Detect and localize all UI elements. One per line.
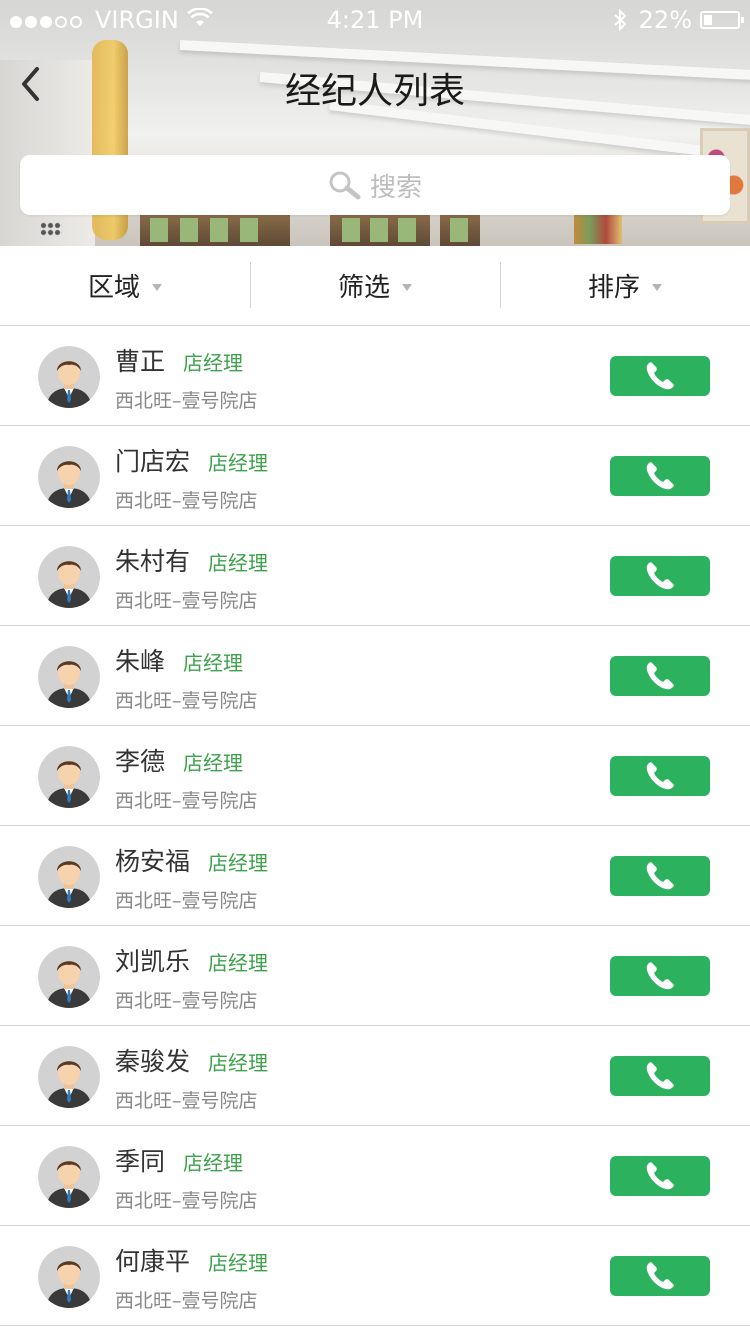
agent-name: 朱峰 xyxy=(115,647,166,676)
list-item[interactable]: 曹正 店经理 西北旺–壹号院店 xyxy=(0,326,750,426)
agent-role: 店经理 xyxy=(183,751,244,775)
agent-name: 秦骏发 xyxy=(115,1047,191,1076)
caret-down-icon xyxy=(652,284,662,291)
filter-label: 排序 xyxy=(587,273,640,303)
caret-down-icon xyxy=(402,284,412,291)
avatar xyxy=(38,746,100,808)
call-button[interactable] xyxy=(610,856,710,896)
avatar xyxy=(38,946,100,1008)
filter-label: 区域 xyxy=(87,273,140,303)
call-button[interactable] xyxy=(610,756,710,796)
agent-store: 西北旺–壹号院店 xyxy=(115,590,258,612)
agent-name: 季同 xyxy=(115,1147,166,1176)
agent-store: 西北旺–壹号院店 xyxy=(115,490,258,512)
agent-store: 西北旺–壹号院店 xyxy=(115,890,258,912)
agent-role: 店经理 xyxy=(183,651,244,675)
list-item[interactable]: 季同 店经理 西北旺–壹号院店 xyxy=(0,1126,750,1226)
avatar xyxy=(38,1246,100,1308)
agent-name: 朱村有 xyxy=(115,547,191,576)
avatar xyxy=(38,646,100,708)
caret-down-icon xyxy=(152,284,162,291)
phone-icon xyxy=(646,662,674,690)
avatar xyxy=(38,1046,100,1108)
agent-role: 店经理 xyxy=(208,1251,269,1275)
battery-icon xyxy=(700,11,744,29)
avatar xyxy=(38,446,100,508)
filter-screen[interactable]: 筛选 xyxy=(250,246,500,325)
list-item[interactable]: 杨安福 店经理 西北旺–壹号院店 xyxy=(0,826,750,926)
battery-percent: 22% xyxy=(638,6,692,34)
page-title: 经纪人列表 xyxy=(284,71,465,112)
agent-store: 西北旺–壹号院店 xyxy=(115,990,258,1012)
call-button[interactable] xyxy=(610,656,710,696)
agent-store: 西北旺–壹号院店 xyxy=(115,1090,258,1112)
list-item[interactable]: 朱峰 店经理 西北旺–壹号院店 xyxy=(0,626,750,726)
search-input[interactable]: 搜索 xyxy=(20,155,730,215)
list-item[interactable]: 何康平 店经理 西北旺–壹号院店 xyxy=(0,1226,750,1326)
agent-name: 门店宏 xyxy=(115,447,191,476)
agent-role: 店经理 xyxy=(208,451,269,475)
list-item[interactable]: 朱村有 店经理 西北旺–壹号院店 xyxy=(0,526,750,626)
agent-name: 刘凯乐 xyxy=(115,947,191,976)
call-button[interactable] xyxy=(610,456,710,496)
phone-icon xyxy=(646,762,674,790)
phone-icon xyxy=(646,462,674,490)
status-bar: VIRGIN 4:21 PM 22% xyxy=(0,0,750,40)
agent-role: 店经理 xyxy=(208,551,269,575)
phone-icon xyxy=(646,1062,674,1090)
filter-sort[interactable]: 排序 xyxy=(500,246,750,325)
agent-role: 店经理 xyxy=(208,951,269,975)
list-item[interactable]: 门店宏 店经理 西北旺–壹号院店 xyxy=(0,426,750,526)
phone-icon xyxy=(646,562,674,590)
agent-name: 杨安福 xyxy=(115,847,191,876)
call-button[interactable] xyxy=(610,1156,710,1196)
search-icon xyxy=(328,170,362,200)
avatar xyxy=(38,1146,100,1208)
filter-region[interactable]: 区域 xyxy=(0,246,250,325)
bluetooth-icon xyxy=(613,9,627,31)
call-button[interactable] xyxy=(610,556,710,596)
list-item[interactable]: 刘凯乐 店经理 西北旺–壹号院店 xyxy=(0,926,750,1026)
agent-store: 西北旺–壹号院店 xyxy=(115,790,258,812)
agent-list: 曹正 店经理 西北旺–壹号院店 门店宏 店经理 西北旺–壹号院店 朱村有 店经理… xyxy=(0,326,750,1326)
avatar xyxy=(38,546,100,608)
agent-store: 西北旺–壹号院店 xyxy=(115,1290,258,1312)
filter-bar: 区域 筛选 排序 xyxy=(0,246,750,326)
call-button[interactable] xyxy=(610,1256,710,1296)
call-button[interactable] xyxy=(610,956,710,996)
search-placeholder: 搜索 xyxy=(369,172,422,203)
phone-icon xyxy=(646,1162,674,1190)
agent-store: 西北旺–壹号院店 xyxy=(115,690,258,712)
agent-name: 何康平 xyxy=(115,1247,191,1276)
phone-icon xyxy=(646,962,674,990)
agent-name: 曹正 xyxy=(115,347,166,376)
agent-name: 李德 xyxy=(115,747,166,776)
agent-store: 西北旺–壹号院店 xyxy=(115,1190,258,1212)
agent-role: 店经理 xyxy=(208,851,269,875)
list-item[interactable]: 李德 店经理 西北旺–壹号院店 xyxy=(0,726,750,826)
call-button[interactable] xyxy=(610,356,710,396)
agent-role: 店经理 xyxy=(183,351,244,375)
agent-role: 店经理 xyxy=(208,1051,269,1075)
call-button[interactable] xyxy=(610,1056,710,1096)
list-item[interactable]: 秦骏发 店经理 西北旺–壹号院店 xyxy=(0,1026,750,1126)
agent-store: 西北旺–壹号院店 xyxy=(115,390,258,412)
agent-role: 店经理 xyxy=(183,1151,244,1175)
avatar xyxy=(38,846,100,908)
phone-icon xyxy=(646,862,674,890)
phone-icon xyxy=(646,362,674,390)
filter-label: 筛选 xyxy=(337,273,390,303)
phone-icon xyxy=(646,1262,674,1290)
avatar xyxy=(38,346,100,408)
